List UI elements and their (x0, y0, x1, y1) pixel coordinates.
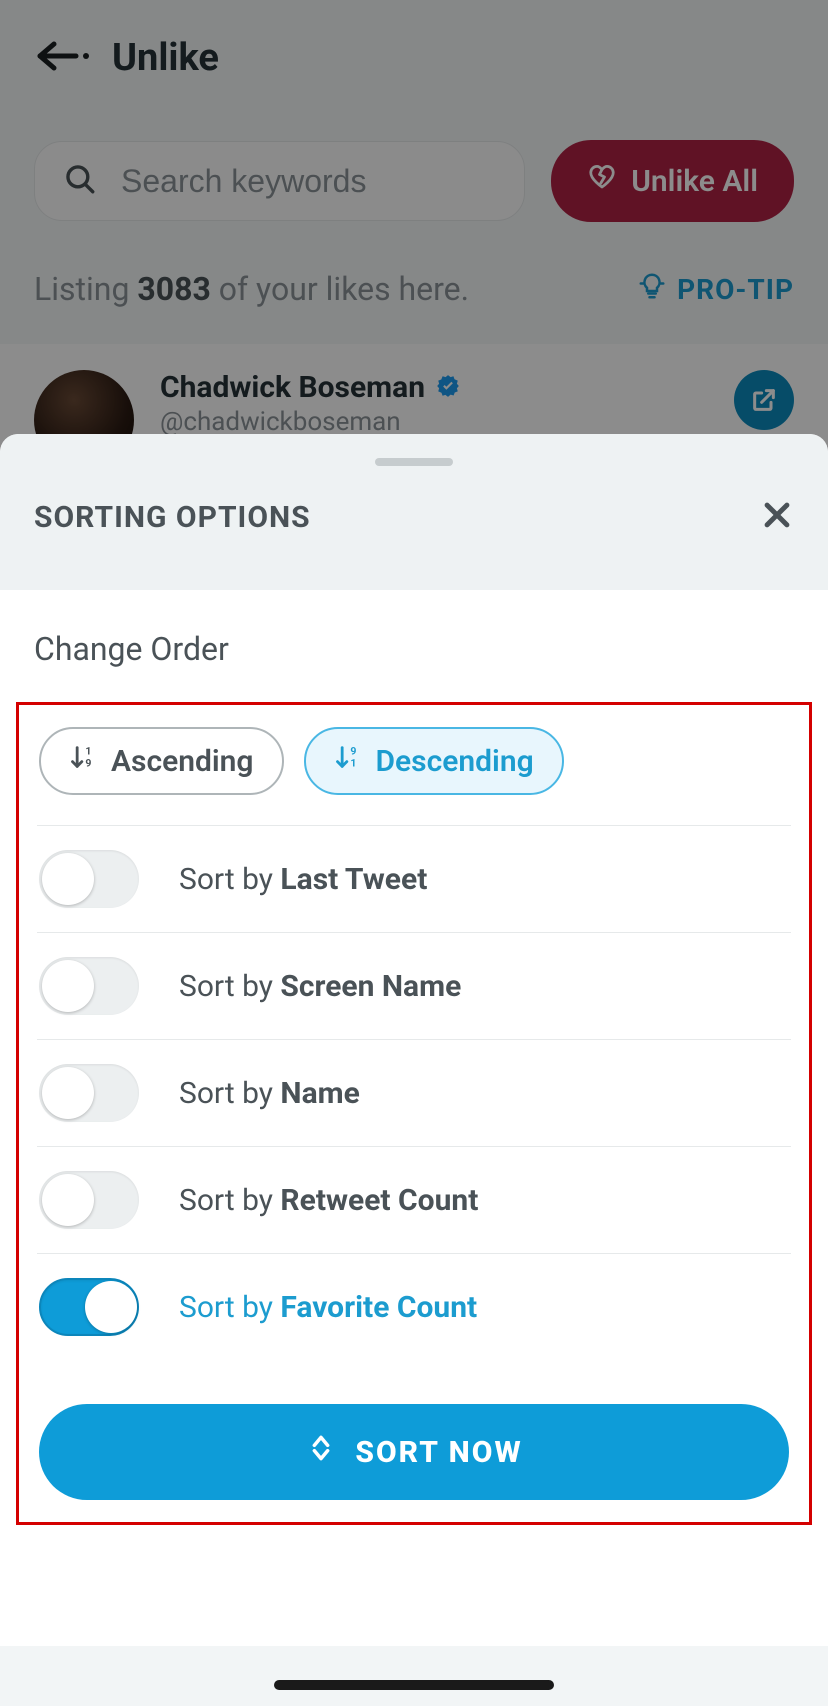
toggle-favorite-count[interactable] (39, 1278, 139, 1336)
sort-option-favorite-count: Sort by Favorite Count (37, 1254, 791, 1360)
sort-asc-icon: 1 9 (69, 743, 97, 779)
sort-option-label: Screen Name (280, 969, 461, 1004)
sort-option-label: Retweet Count (280, 1183, 478, 1218)
home-indicator[interactable] (274, 1680, 554, 1690)
sort-option-screen-name: Sort by Screen Name (37, 933, 791, 1039)
toggle-name[interactable] (39, 1064, 139, 1122)
descending-chip[interactable]: 9 1 Descending (304, 727, 564, 795)
toggle-last-tweet[interactable] (39, 850, 139, 908)
svg-text:9: 9 (85, 756, 91, 769)
sheet-title: SORTING OPTIONS (34, 500, 311, 535)
sort-now-button[interactable]: SORT NOW (39, 1404, 789, 1500)
ascending-label: Ascending (111, 744, 254, 779)
toggle-screen-name[interactable] (39, 957, 139, 1015)
drag-handle[interactable] (375, 458, 453, 466)
toggle-retweet-count[interactable] (39, 1171, 139, 1229)
sort-option-label: Favorite Count (280, 1290, 477, 1325)
highlight-box: 1 9 Ascending 9 1 (16, 702, 812, 1525)
sort-option-name: Sort by Name (37, 1040, 791, 1146)
change-order-label: Change Order (34, 630, 794, 668)
svg-text:1: 1 (350, 756, 356, 769)
sort-option-retweet-count: Sort by Retweet Count (37, 1147, 791, 1253)
sorting-sheet: SORTING OPTIONS Change Order 1 (0, 434, 828, 1706)
descending-label: Descending (376, 744, 534, 779)
sort-now-label: SORT NOW (355, 1435, 522, 1470)
ascending-chip[interactable]: 1 9 Ascending (39, 727, 284, 795)
sort-option-label: Name (280, 1076, 359, 1111)
sort-desc-icon: 9 1 (334, 743, 362, 779)
sort-option-last-tweet: Sort by Last Tweet (37, 826, 791, 932)
sort-option-label: Last Tweet (280, 862, 427, 897)
close-button[interactable] (760, 498, 794, 536)
sort-icon (305, 1432, 337, 1472)
